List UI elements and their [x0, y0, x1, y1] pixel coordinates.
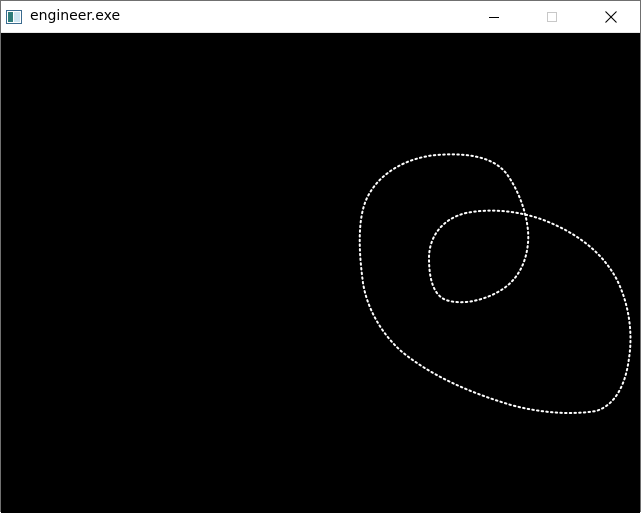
window-title: engineer.exe: [30, 8, 121, 24]
outer-loop-curve: [358, 153, 632, 414]
minimize-button[interactable]: [471, 1, 517, 32]
drawing-canvas[interactable]: [1, 33, 640, 513]
title-bar[interactable]: engineer.exe: [1, 1, 640, 33]
maximize-icon: [547, 11, 557, 22]
close-icon: [605, 10, 617, 23]
close-button[interactable]: [588, 1, 634, 32]
maximize-button[interactable]: [529, 1, 575, 32]
app-window: engineer.exe: [0, 0, 641, 513]
minimize-icon: [489, 12, 499, 22]
application-window-icon: [6, 9, 22, 24]
